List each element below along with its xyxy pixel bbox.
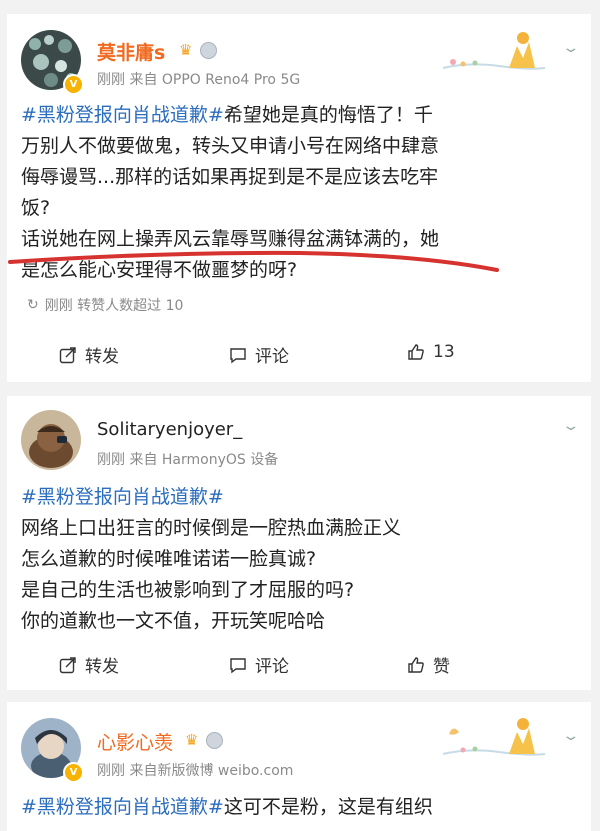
vip-crown-icon: ♛: [179, 41, 193, 59]
medal-icon: [200, 42, 217, 59]
repost-icon: ↻: [27, 297, 39, 313]
post-meta: 刚刚 来自新版微博 weibo.com: [97, 763, 294, 779]
repost-button[interactable]: 转发: [59, 342, 119, 367]
repost-button[interactable]: 转发: [59, 652, 119, 677]
weibo-post-3: V 心影心羡 ♛ ⌄ 刚刚 来自新版微博 weibo.com #黑粉登报向肖战道…: [7, 702, 591, 831]
hashtag-link[interactable]: #黑粉登报向肖战道歉#: [21, 104, 224, 126]
like-button[interactable]: 13: [407, 342, 455, 362]
vip-crown-icon: ♛: [185, 731, 199, 749]
post-content: #黑粉登报向肖战道歉#这可不是粉，这是有组织: [21, 796, 433, 818]
share-icon: [59, 346, 76, 363]
post-actions: 转发 评论 13: [7, 342, 591, 372]
chevron-down-icon[interactable]: ⌄: [562, 728, 581, 744]
hashtag-link[interactable]: #黑粉登报向肖战道歉#: [21, 486, 224, 508]
repost-info: ↻ 刚刚 转赞人数超过 10: [27, 297, 184, 314]
comment-icon: [230, 657, 246, 673]
like-button[interactable]: 赞: [407, 652, 450, 677]
card-decoration-icon: [442, 32, 546, 70]
hashtag-link[interactable]: #黑粉登报向肖战道歉#: [21, 796, 224, 818]
post-meta: 刚刚 来自 HarmonyOS 设备: [97, 452, 279, 468]
thumbs-up-icon: [408, 344, 424, 360]
username[interactable]: 莫非庸s: [97, 38, 165, 65]
post-meta: 刚刚 来自 OPPO Reno4 Pro 5G: [97, 72, 301, 88]
card-decoration-icon: [442, 718, 546, 756]
comment-button[interactable]: 评论: [229, 652, 289, 677]
weibo-post-2: Solitaryenjoyer_ ⌄ 刚刚 来自 HarmonyOS 设备 #黑…: [7, 396, 591, 690]
chevron-down-icon[interactable]: ⌄: [562, 418, 581, 434]
post-content: #黑粉登报向肖战道歉#希望她是真的悔悟了！千 万别人不做要做鬼，转头又申请小号在…: [21, 104, 440, 281]
chevron-down-icon[interactable]: ⌄: [562, 40, 581, 56]
comment-button[interactable]: 评论: [229, 342, 289, 367]
share-icon: [59, 656, 76, 673]
username[interactable]: 心影心羡: [97, 728, 173, 755]
weibo-post-1: V 莫非庸s ♛ ⌄ 刚刚 来自 OPPO Reno4 Pro 5G #黑粉登报…: [7, 14, 591, 382]
username[interactable]: Solitaryenjoyer_: [97, 419, 242, 440]
avatar[interactable]: [21, 410, 81, 470]
verified-badge-icon: V: [63, 762, 84, 783]
verified-badge-icon: V: [63, 74, 84, 95]
post-actions: 转发 评论 赞: [7, 652, 591, 682]
medal-icon: [206, 732, 223, 749]
post-content: #黑粉登报向肖战道歉# 网络上口出狂言的时候倒是一腔热血满脸正义 怎么道歉的时候…: [21, 486, 402, 632]
comment-icon: [230, 347, 246, 363]
thumbs-up-icon: [408, 656, 424, 673]
